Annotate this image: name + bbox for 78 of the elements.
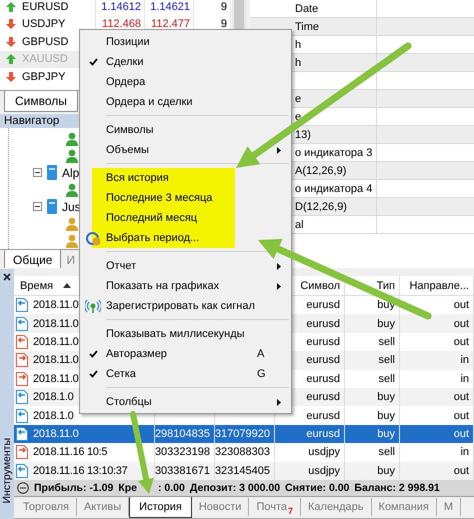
bid-price: 1.14612 (101, 0, 141, 13)
table-cell: buy (377, 428, 395, 440)
summary-value: Прибыль: -1.09 (34, 482, 114, 494)
data-label: о индикатора 4 (295, 182, 372, 194)
table-cell: 298104835 (154, 428, 210, 440)
table-cell: sell (378, 336, 395, 348)
data-label: 13) (295, 128, 311, 140)
table-cell: sell (378, 446, 395, 458)
shortcut-key: G (257, 368, 266, 380)
table-cell: buy (377, 318, 395, 330)
data-label: о индикатора 3 (295, 146, 372, 158)
table-cell: eurusd (306, 299, 340, 312)
table-cell: buy (377, 410, 395, 422)
table-cell: 2018.1.0 (33, 410, 74, 422)
table-cell: 323088303 (214, 446, 270, 458)
symbol-name: GBPJPY (22, 70, 66, 83)
symbol-name: USDJPY (22, 18, 66, 30)
table-cell: 2018.11.0 (33, 336, 78, 348)
data-label: Time (295, 20, 320, 32)
symbol-name: EURUSD (22, 0, 68, 13)
table-cell: sell (378, 372, 395, 385)
table-cell: out (454, 318, 469, 330)
table-cell: out (454, 464, 469, 477)
table-cell: out (454, 410, 469, 422)
table-cell: out (454, 428, 469, 440)
data-label: h (295, 56, 302, 68)
table-cell: buy (377, 391, 395, 404)
data-label: al (295, 218, 304, 230)
summary-value: Баланс: 2 998.91 (354, 482, 440, 494)
table-cell: 303381671 (154, 464, 210, 477)
table-cell: 2018.11.16 10:5 (33, 446, 108, 458)
table-cell: 2018.11.0 (33, 354, 78, 366)
table-cell: eurusd (306, 391, 340, 404)
table-cell: eurusd (306, 318, 340, 330)
table-cell: eurusd (306, 428, 340, 440)
summary-value: Снятие: 0.00 (285, 482, 350, 494)
table-cell: eurusd (306, 336, 340, 348)
panel-label: Инструменты (1, 438, 13, 503)
spread-value: 9 (220, 0, 227, 13)
ask-price: 112.477 (151, 18, 190, 30)
table-cell: eurusd (306, 354, 340, 366)
table-cell: in (460, 372, 469, 385)
table-cell: 323145405 (214, 464, 270, 477)
table-cell: in (460, 446, 469, 458)
table-cell: 2018.11.16 13:10:37 (33, 464, 128, 477)
bid-price: 112.468 (102, 18, 141, 30)
summary-value: Кре (118, 482, 138, 494)
table-cell: 2018.11.0 (33, 372, 78, 385)
table-cell: usdjpy (308, 464, 340, 477)
table-cell: buy (377, 464, 395, 477)
data-label: A(12,26,9) (295, 164, 346, 176)
table-cell: out (454, 299, 469, 312)
data-label: D(12,26,9) (295, 200, 347, 212)
data-label: h (295, 38, 302, 50)
table-cell: 2018.11.0 (33, 318, 78, 330)
data-label: e (295, 92, 302, 104)
table-cell: 303323198 (154, 446, 210, 458)
ask-price: 1.14621 (150, 0, 190, 13)
table-cell: sell (378, 354, 395, 366)
table-cell: out (454, 336, 469, 348)
shortcut-key: A (257, 348, 264, 360)
data-label: Date (295, 2, 318, 14)
table-cell: out (454, 391, 469, 404)
symbol-name: GBPUSD (22, 36, 68, 48)
table-cell: 2018.11.0 (33, 299, 78, 312)
table-cell: usdjpy (308, 446, 340, 458)
summary-value: Депозит: 3 000.00 (190, 482, 280, 494)
unread-count: 7 (288, 506, 293, 516)
table-cell: 317079920 (214, 428, 270, 440)
symbol-name: XAUUSD (22, 53, 68, 66)
spread-value: 9 (220, 18, 227, 30)
table-cell: 2018.1.0 (33, 391, 74, 404)
table-cell: 2018.11.0 (33, 428, 78, 440)
table-cell: buy (377, 299, 395, 312)
summary-value: : 0.00 (158, 482, 185, 494)
table-cell: in (460, 354, 469, 366)
table-cell: eurusd (306, 410, 340, 422)
table-cell: eurusd (306, 372, 340, 385)
